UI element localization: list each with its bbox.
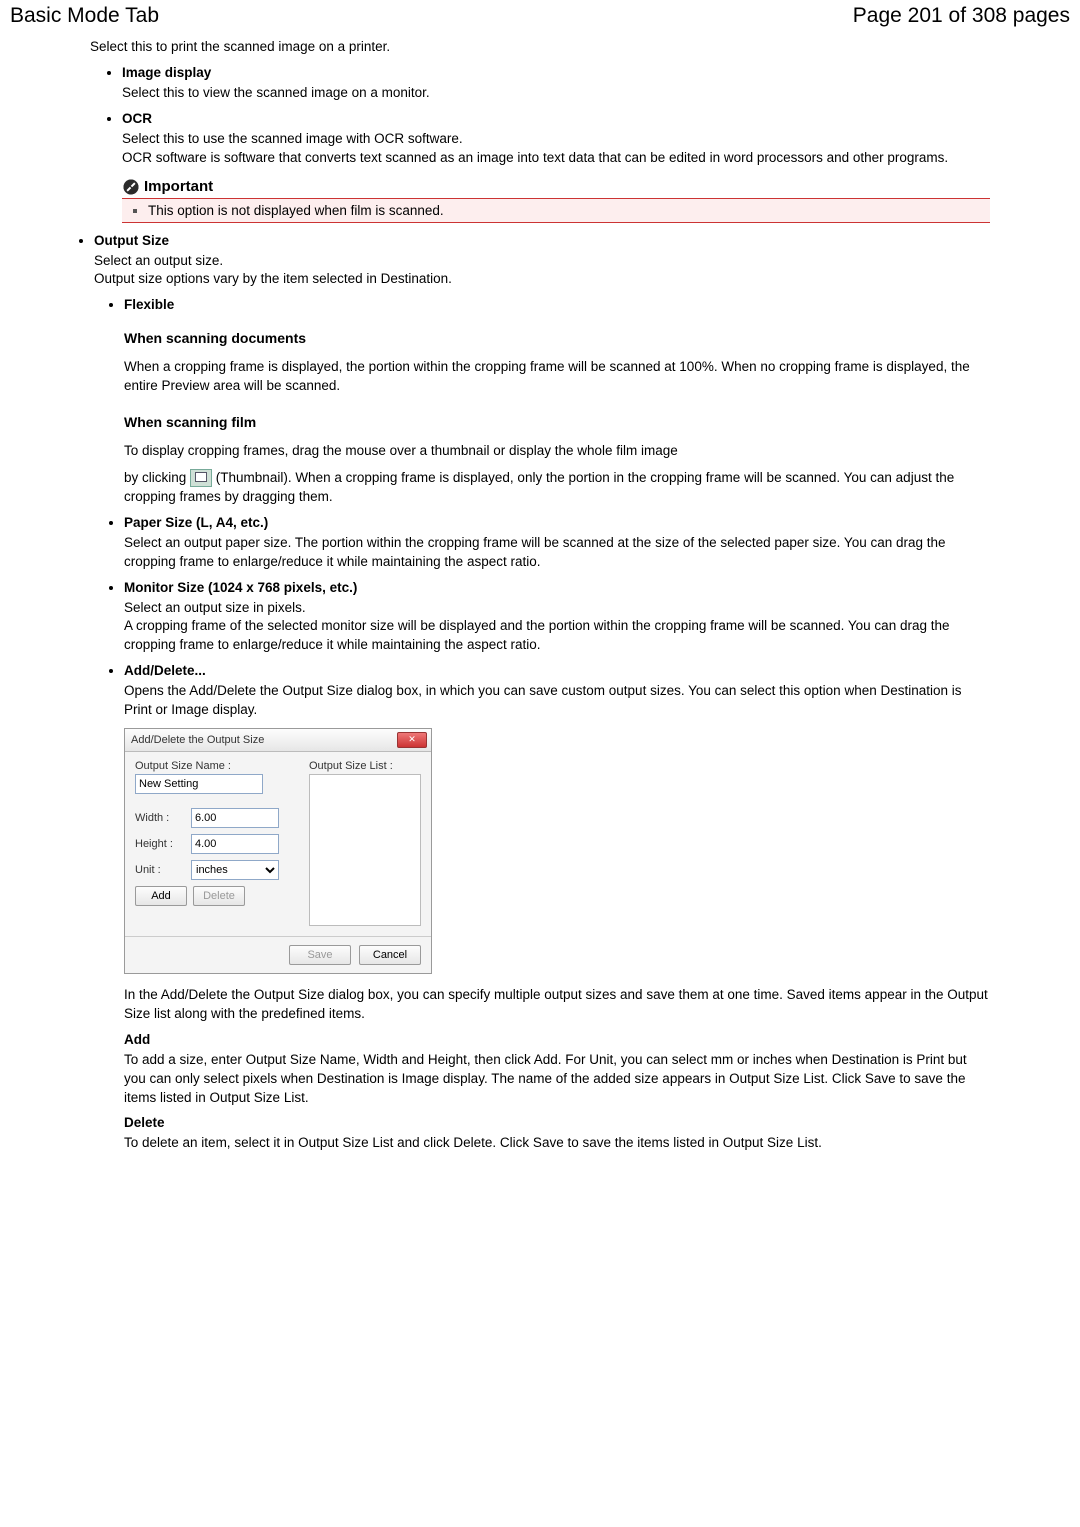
print-desc: Select this to print the scanned image o… bbox=[90, 38, 990, 57]
page-title: Basic Mode Tab bbox=[10, 4, 159, 28]
close-icon[interactable]: ✕ bbox=[397, 732, 427, 748]
flex-docs-head: When scanning documents bbox=[124, 330, 990, 346]
add-delete-desc: Opens the Add/Delete the Output Size dia… bbox=[124, 682, 990, 720]
output-size-label: Output Size bbox=[94, 233, 169, 248]
important-title: Important bbox=[144, 178, 213, 195]
image-display-desc: Select this to view the scanned image on… bbox=[122, 84, 990, 103]
after-dialog-text: In the Add/Delete the Output Size dialog… bbox=[124, 986, 990, 1024]
width-input[interactable] bbox=[191, 808, 279, 828]
delete-head: Delete bbox=[124, 1115, 990, 1130]
unit-select[interactable]: inches bbox=[191, 860, 279, 880]
flex-docs-body: When a cropping frame is displayed, the … bbox=[124, 358, 990, 396]
important-body: This option is not displayed when film i… bbox=[122, 199, 990, 223]
cancel-button[interactable]: Cancel bbox=[359, 945, 421, 965]
monitor-size-label: Monitor Size (1024 x 768 pixels, etc.) bbox=[124, 580, 357, 595]
delete-body: To delete an item, select it in Output S… bbox=[124, 1134, 990, 1153]
dialog-title: Add/Delete the Output Size bbox=[131, 734, 264, 746]
flex-film-head: When scanning film bbox=[124, 414, 990, 430]
output-size-list[interactable] bbox=[309, 774, 421, 926]
prohibit-icon bbox=[122, 178, 140, 196]
output-size-desc: Select an output size. Output size optio… bbox=[94, 252, 990, 290]
add-delete-label: Add/Delete... bbox=[124, 663, 206, 678]
paper-size-desc: Select an output paper size. The portion… bbox=[124, 534, 990, 572]
height-input[interactable] bbox=[191, 834, 279, 854]
important-note: This option is not displayed when film i… bbox=[148, 203, 444, 218]
flex-film-body2: by clicking (Thumbnail). When a cropping… bbox=[124, 469, 990, 507]
add-head: Add bbox=[124, 1032, 990, 1047]
dialog-titlebar: Add/Delete the Output Size ✕ bbox=[125, 729, 431, 752]
flex-film-post: (Thumbnail). When a cropping frame is di… bbox=[124, 470, 954, 504]
ocr-label: OCR bbox=[122, 111, 152, 126]
output-list-label: Output Size List : bbox=[309, 760, 421, 772]
output-name-label: Output Size Name : bbox=[135, 760, 297, 772]
page-counter: Page 201 of 308 pages bbox=[853, 4, 1070, 28]
ocr-desc: Select this to use the scanned image wit… bbox=[122, 130, 990, 168]
save-button[interactable]: Save bbox=[289, 945, 351, 965]
content-area: Select this to print the scanned image o… bbox=[0, 38, 1080, 1181]
add-body: To add a size, enter Output Size Name, W… bbox=[124, 1051, 990, 1108]
unit-label: Unit : bbox=[135, 864, 185, 876]
delete-button[interactable]: Delete bbox=[193, 886, 245, 906]
flex-film-pre: by clicking bbox=[124, 470, 190, 485]
add-delete-dialog: Add/Delete the Output Size ✕ Output Size… bbox=[124, 728, 432, 974]
output-name-input[interactable] bbox=[135, 774, 263, 794]
important-header: Important bbox=[122, 178, 990, 199]
flexible-label: Flexible bbox=[124, 297, 174, 312]
paper-size-label: Paper Size (L, A4, etc.) bbox=[124, 515, 268, 530]
width-label: Width : bbox=[135, 812, 185, 824]
add-button[interactable]: Add bbox=[135, 886, 187, 906]
height-label: Height : bbox=[135, 838, 185, 850]
flex-film-body1: To display cropping frames, drag the mou… bbox=[124, 442, 990, 461]
image-display-label: Image display bbox=[122, 65, 211, 80]
monitor-size-desc: Select an output size in pixels. A cropp… bbox=[124, 599, 990, 656]
page-header: Basic Mode Tab Page 201 of 308 pages bbox=[0, 0, 1080, 34]
thumbnail-icon bbox=[190, 469, 212, 487]
